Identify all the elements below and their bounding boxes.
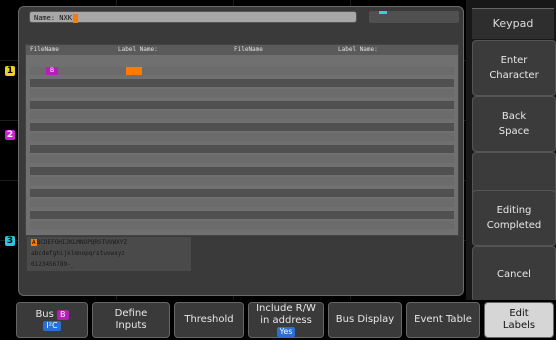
text-cursor — [72, 13, 78, 23]
table-row[interactable] — [30, 199, 454, 207]
button-label: in address — [260, 315, 312, 326]
keypad-row-text[interactable]: abcdefghijklmnopqrstuvwxyz — [31, 250, 125, 257]
button-label: Character — [489, 70, 539, 81]
bottom-menu: Bus B I²C Define Inputs Threshold Includ… — [0, 300, 556, 340]
bus-badge: B — [57, 310, 69, 320]
include-rw-button[interactable]: Include R/W in address Yes — [248, 302, 324, 338]
name-ruler — [369, 11, 459, 23]
bus-type-value: I²C — [43, 321, 61, 331]
enter-character-button[interactable]: Enter Character — [472, 40, 556, 96]
label-cursor-cell — [126, 67, 142, 75]
table-row[interactable] — [30, 101, 454, 109]
label-table[interactable]: FileName Label Name: FileName Label Name… — [25, 44, 459, 236]
bus-display-button[interactable]: Bus Display — [328, 302, 402, 338]
include-rw-value: Yes — [276, 327, 296, 337]
button-label: Event Table — [414, 314, 472, 325]
side-menu: Keypad Enter Character Back Space Editin… — [466, 0, 556, 302]
table-row[interactable] — [30, 89, 454, 97]
character-keypad[interactable]: ABCDEFGHIJKLMNOPQRSTUVWXYZ abcdefghijklm… — [27, 237, 191, 271]
button-label: Space — [498, 126, 530, 137]
button-label: Edit — [509, 308, 529, 319]
channel-2-marker: 2 — [5, 130, 15, 140]
button-label: Include R/W — [256, 303, 316, 314]
column-header-label-name-2: Label Name: — [338, 46, 378, 53]
button-label: Completed — [486, 220, 542, 231]
editing-completed-button[interactable]: Editing Completed — [472, 190, 556, 246]
table-row[interactable] — [30, 133, 454, 141]
column-header-filename: FileName — [30, 46, 59, 53]
column-header-filename-2: FileName — [234, 46, 263, 53]
table-row[interactable] — [30, 211, 454, 219]
table-row[interactable] — [30, 123, 454, 131]
event-table-button[interactable]: Event Table — [406, 302, 480, 338]
table-header: FileName Label Name: FileName Label Name… — [26, 45, 458, 55]
button-label: Bus Display — [335, 314, 395, 325]
define-inputs-button[interactable]: Define Inputs — [92, 302, 170, 338]
back-space-button[interactable]: Back Space — [472, 96, 556, 152]
side-menu-title: Keypad — [472, 8, 554, 39]
column-header-label-name: Label Name: — [118, 46, 158, 53]
button-label: Define — [114, 308, 148, 319]
table-row[interactable] — [30, 111, 454, 119]
name-text: Name: NXK — [34, 14, 72, 22]
threshold-button[interactable]: Threshold — [174, 302, 244, 338]
table-row[interactable] — [30, 189, 454, 197]
channel-1-marker: 1 — [5, 66, 15, 76]
name-field[interactable]: Name: NXK — [29, 11, 357, 23]
button-label: Labels — [502, 320, 536, 331]
table-row[interactable] — [30, 167, 454, 175]
button-label: Cancel — [497, 268, 531, 280]
keypad-row-lowercase: abcdefghijklmnopqrstuvwxyz — [31, 248, 191, 259]
table-row[interactable] — [30, 177, 454, 185]
edit-labels-button[interactable]: Edit Labels — [484, 302, 554, 338]
button-label: Back — [501, 111, 527, 122]
keypad-row-uppercase: ABCDEFGHIJKLMNOPQRSTUVWXYZ — [31, 237, 191, 248]
keypad-row-text[interactable]: 0123456789-_ — [31, 261, 74, 268]
button-label: Enter — [500, 55, 528, 66]
table-row[interactable] — [30, 221, 454, 229]
keypad-row-digits: 0123456789-_ — [31, 259, 191, 270]
table-row[interactable] — [30, 145, 454, 153]
button-label: Threshold — [184, 314, 234, 325]
bus-label: Bus — [35, 309, 54, 320]
table-row-selected[interactable]: B — [30, 67, 454, 75]
ruler-tab — [379, 11, 387, 14]
label-editor-dialog: Name: NXK FileName Label Name: FileName … — [18, 6, 464, 296]
bus-badge-cell: B — [46, 67, 58, 75]
table-row[interactable] — [30, 79, 454, 87]
cancel-button[interactable]: Cancel — [472, 246, 556, 302]
button-label: Editing — [496, 205, 532, 216]
keypad-row-text[interactable]: BCDEFGHIJKLMNOPQRSTUVWXYZ — [37, 239, 127, 246]
channel-3-marker: 3 — [5, 236, 15, 246]
button-label: Inputs — [115, 320, 147, 331]
bus-button[interactable]: Bus B I²C — [16, 302, 88, 338]
table-row[interactable] — [30, 155, 454, 163]
